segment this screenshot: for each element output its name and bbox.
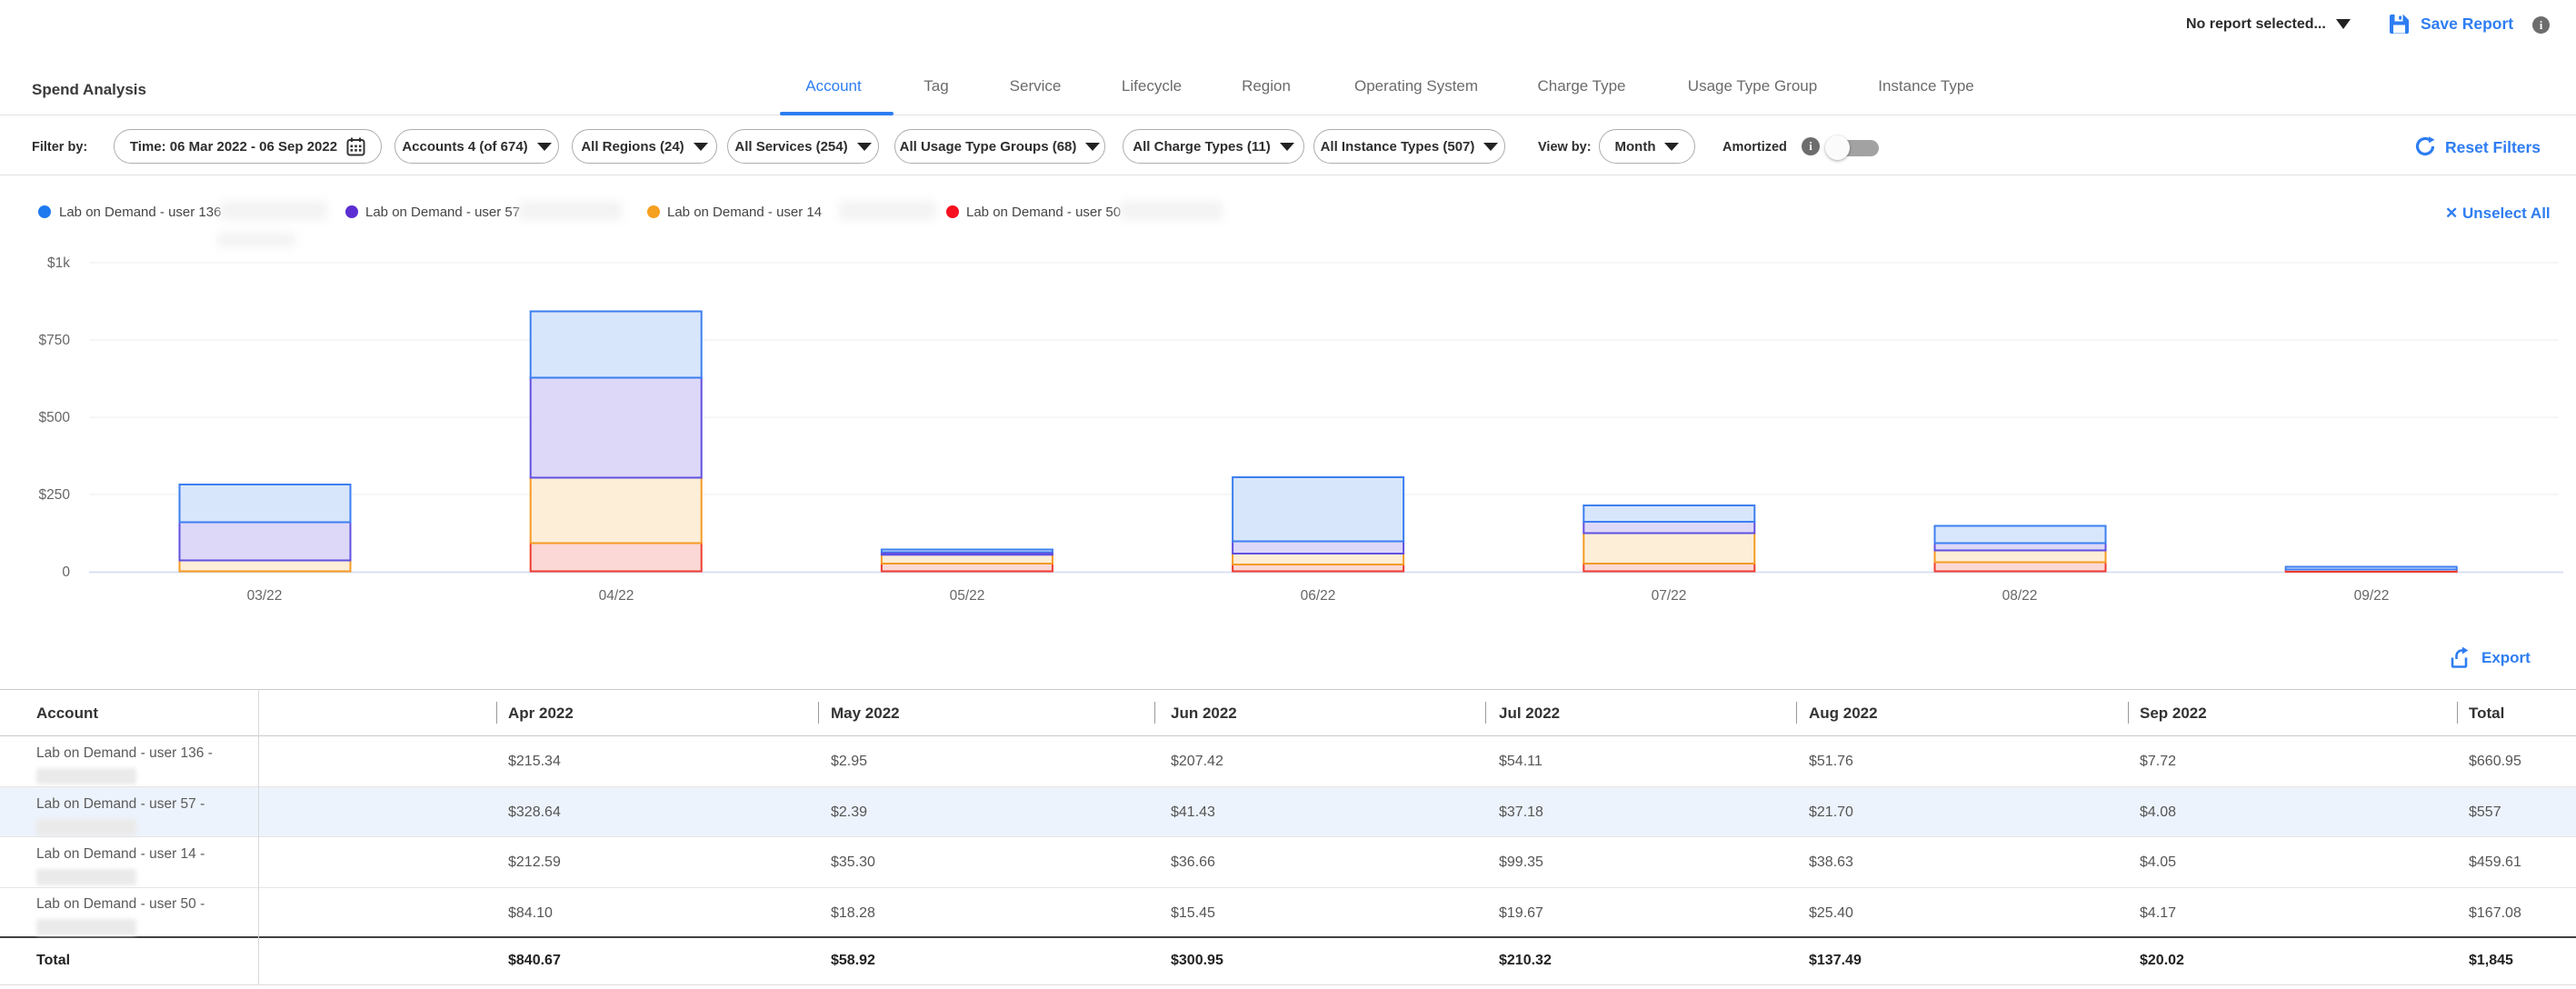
svg-text:08/22: 08/22 <box>2002 588 2038 604</box>
svg-text:07/22: 07/22 <box>1652 588 1687 604</box>
svg-text:$750: $750 <box>39 333 71 348</box>
svg-text:06/22: 06/22 <box>1301 588 1336 604</box>
svg-text:0: 0 <box>62 564 70 580</box>
svg-text:03/22: 03/22 <box>247 588 283 604</box>
svg-text:05/22: 05/22 <box>950 588 985 604</box>
svg-text:$1k: $1k <box>47 255 70 271</box>
svg-text:04/22: 04/22 <box>599 588 634 604</box>
svg-text:$500: $500 <box>39 410 71 425</box>
svg-text:$250: $250 <box>39 487 71 503</box>
svg-text:09/22: 09/22 <box>2354 588 2390 604</box>
